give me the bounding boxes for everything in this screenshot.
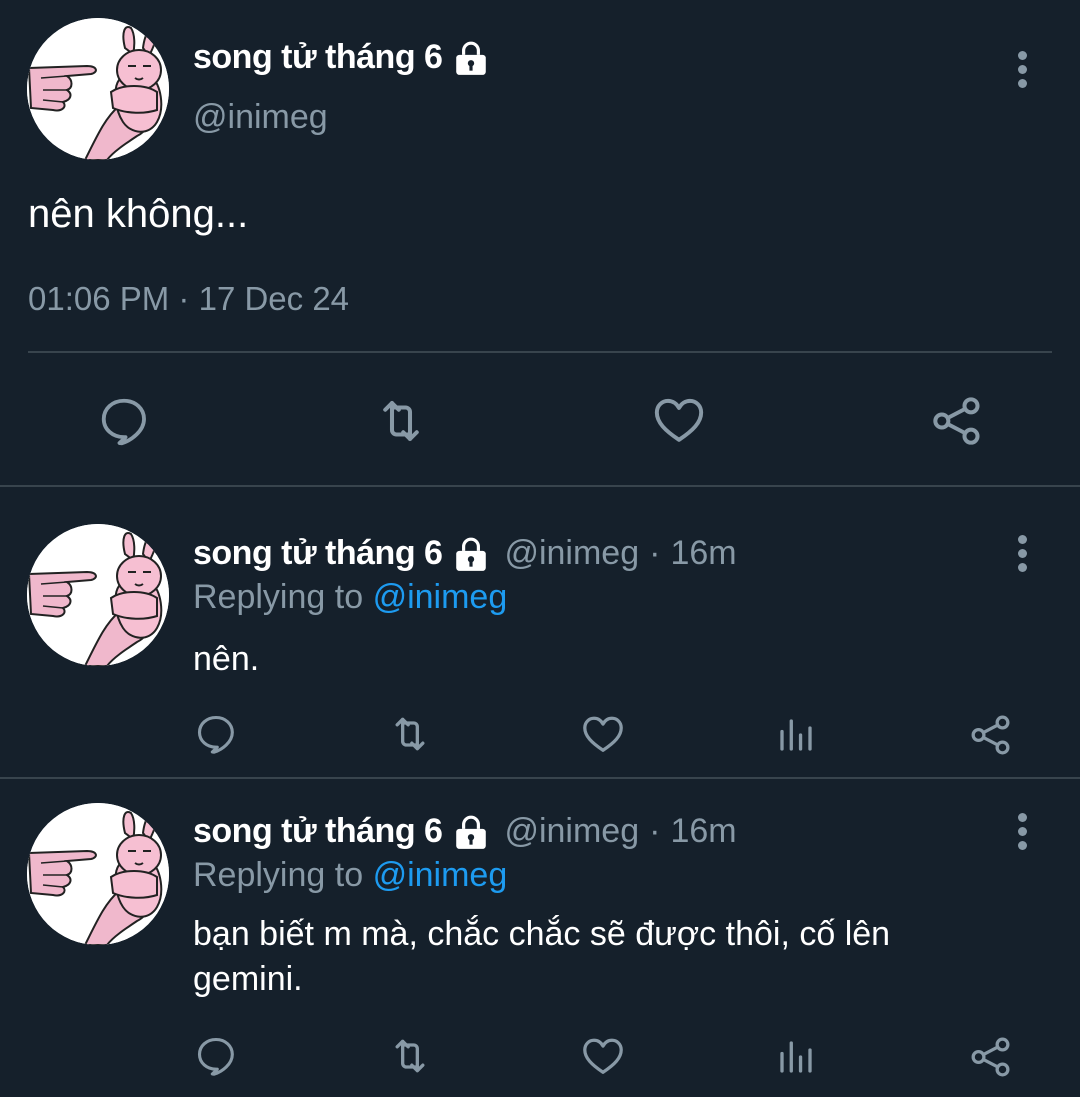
- analytics-icon[interactable]: [775, 714, 817, 756]
- separator-dot: ·: [649, 534, 661, 572]
- avatar[interactable]: [27, 18, 169, 160]
- lock-icon: [452, 535, 490, 573]
- like-icon[interactable]: [650, 392, 708, 448]
- tweet-text: nên.: [193, 640, 260, 678]
- reply-age: 16m: [670, 812, 737, 850]
- share-icon[interactable]: [929, 393, 985, 449]
- divider: [0, 777, 1080, 779]
- replying-to-label: Replying to: [193, 578, 364, 616]
- avatar[interactable]: [27, 524, 169, 666]
- avatar[interactable]: [27, 803, 169, 945]
- tweet-timestamp: 01:06 PM · 17 Dec 24: [28, 280, 349, 318]
- replying-to-mention[interactable]: @inimeg: [373, 578, 508, 616]
- handle[interactable]: @inimeg: [504, 534, 639, 573]
- handle[interactable]: @inimeg: [504, 812, 639, 851]
- display-name[interactable]: song tử tháng 6: [193, 534, 443, 573]
- more-options-icon[interactable]: [1015, 51, 1029, 93]
- lock-icon: [452, 813, 490, 851]
- avatar-image: [27, 18, 169, 160]
- timestamp-separator: ·: [178, 280, 190, 317]
- reply-header: song tử tháng 6 @inimeg · 16m: [193, 812, 737, 851]
- lock-icon: [452, 39, 490, 77]
- handle[interactable]: @inimeg: [193, 98, 328, 137]
- reply-icon[interactable]: [194, 712, 238, 756]
- more-options-icon[interactable]: [1015, 813, 1029, 855]
- replying-to-mention[interactable]: @inimeg: [373, 856, 508, 894]
- replying-to: Replying to @inimeg: [193, 856, 507, 895]
- tweet-time: 01:06 PM: [28, 280, 170, 317]
- divider: [28, 351, 1052, 353]
- more-options-icon[interactable]: [1015, 535, 1029, 577]
- reply-header: song tử tháng 6 @inimeg · 16m: [193, 534, 737, 573]
- separator-dot: ·: [649, 812, 661, 850]
- retweet-icon[interactable]: [386, 712, 434, 756]
- tweet-text: bạn biết m mà, chắc chắc sẽ được thôi, c…: [193, 915, 891, 998]
- reply-icon[interactable]: [97, 394, 151, 448]
- share-icon[interactable]: [968, 1034, 1014, 1080]
- reply-icon[interactable]: [194, 1034, 238, 1078]
- analytics-icon[interactable]: [775, 1036, 817, 1078]
- replying-to: Replying to @inimeg: [193, 578, 507, 617]
- divider: [0, 485, 1080, 487]
- avatar-image: [27, 803, 169, 945]
- reply-age: 16m: [670, 534, 737, 572]
- avatar-image: [27, 524, 169, 666]
- display-name[interactable]: song tử tháng 6: [193, 38, 490, 77]
- retweet-icon[interactable]: [386, 1034, 434, 1078]
- like-icon[interactable]: [580, 1033, 626, 1079]
- display-name-text: song tử tháng 6: [193, 38, 443, 76]
- display-name[interactable]: song tử tháng 6: [193, 812, 443, 851]
- tweet-date: 17 Dec 24: [198, 280, 350, 317]
- replying-to-label: Replying to: [193, 856, 364, 894]
- tweet-text: nên không...: [28, 192, 249, 236]
- share-icon[interactable]: [968, 712, 1014, 758]
- retweet-icon[interactable]: [372, 394, 430, 448]
- like-icon[interactable]: [580, 711, 626, 757]
